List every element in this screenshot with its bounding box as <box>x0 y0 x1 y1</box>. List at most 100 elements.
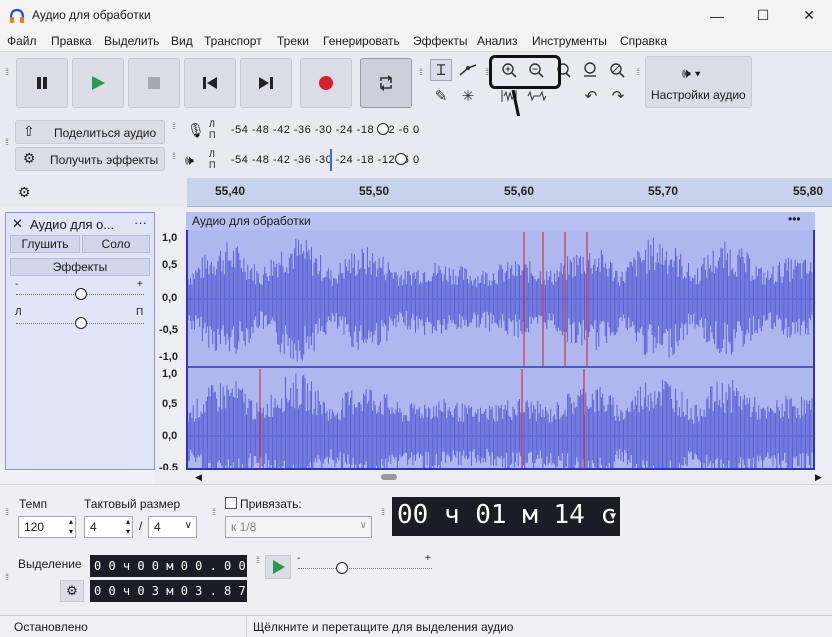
clip-menu-icon[interactable]: ••• <box>788 212 801 226</box>
zoom-toggle-button[interactable] <box>606 59 628 81</box>
scale-label: 0,5 <box>162 398 178 410</box>
redo-button[interactable]: ↷ <box>607 85 629 107</box>
selection-end-value: 0 0 ч 0 3 м 0 3 . 8 7 9 с <box>94 584 247 598</box>
signature-numerator-input[interactable]: 4 ▴ ▾ <box>84 516 133 538</box>
share-grip[interactable]: ⁞⁞ <box>5 138 11 147</box>
pan-left-label: Л <box>15 307 22 318</box>
skip-to-start-button[interactable] <box>184 58 236 108</box>
ruler-label: 55,70 <box>648 184 679 198</box>
close-track-icon[interactable]: ✕ <box>12 216 23 232</box>
play-at-speed-grip[interactable]: ⁞⁞ <box>256 556 262 565</box>
track-menu-icon[interactable]: ··· <box>134 215 147 230</box>
stop-icon <box>148 77 160 89</box>
audio-settings-button[interactable]: 🕪 ▾ Настройки аудио <box>645 56 752 108</box>
gain-slider[interactable] <box>75 288 87 300</box>
skip-to-end-button[interactable] <box>240 58 292 108</box>
fit-project-button[interactable] <box>579 59 601 81</box>
clip-title-bar[interactable]: Аудио для обработки ••• <box>186 212 815 230</box>
solo-button[interactable]: Соло <box>82 235 150 253</box>
get-effects-button[interactable]: ⚙ Получить эффекты <box>15 147 165 171</box>
stop-button[interactable] <box>128 58 180 108</box>
envelope-tool-icon <box>459 64 477 76</box>
gain-min-label: - <box>15 279 19 290</box>
timeline-settings-icon[interactable]: ⚙ <box>18 184 31 201</box>
menu-analyze[interactable]: Анализ <box>477 34 518 48</box>
time-format-chevron-icon[interactable]: ▼ <box>610 511 616 522</box>
pause-button[interactable] <box>16 58 68 108</box>
menu-tracks[interactable]: Треки <box>277 34 309 48</box>
audio-clip[interactable] <box>186 212 815 470</box>
play-meter-grip[interactable]: ⁞⁞ <box>172 152 178 161</box>
tools-grip[interactable]: ⁞⁞ <box>419 68 425 77</box>
clip-title: Аудио для обработки <box>192 214 311 228</box>
snap-checkbox[interactable] <box>225 497 237 509</box>
multi-tool-button[interactable]: ✳ <box>457 85 479 107</box>
menu-transport[interactable]: Транспорт <box>204 34 262 48</box>
menu-select[interactable]: Выделить <box>104 34 159 48</box>
scroll-right-icon[interactable]: ▶ <box>815 472 822 483</box>
maximize-button[interactable]: ☐ <box>740 0 786 31</box>
selection-end-field[interactable]: 0 0 ч 0 3 м 0 3 . 8 7 9 с <box>90 580 247 602</box>
toolbar-grip[interactable]: ⁞⁞ <box>5 68 11 77</box>
time-signature-grip[interactable]: ⁞⁞ <box>5 508 11 517</box>
horizontal-scrollbar[interactable]: ◀ ▶ <box>155 470 832 484</box>
playback-meter[interactable]: Л П -54 -48 -42 -36 -30 -24 -18 -12 -6 0 <box>207 149 450 173</box>
play-speed-slider[interactable] <box>336 562 348 574</box>
selection-grip[interactable]: ⁞⁞ <box>5 573 11 582</box>
waveform-display[interactable] <box>188 214 813 468</box>
selection-tool-button[interactable]: Ɪ <box>430 59 452 81</box>
share-audio-button[interactable]: ⇧ Поделиться аудио <box>15 120 165 144</box>
menu-tools[interactable]: Инструменты <box>532 34 607 48</box>
track-name[interactable]: Аудио для о... <box>30 217 114 232</box>
fit-project-icon <box>584 62 596 77</box>
time-display[interactable]: 00 ч 01 м 14 с ▼ <box>392 497 620 536</box>
record-meter[interactable]: Л П -54 -48 -42 -36 -30 -24 -18 -12 -6 0 <box>207 119 450 143</box>
share-icon: ⇧ <box>23 123 35 139</box>
record-level-slider[interactable] <box>377 123 389 135</box>
draw-tool-button[interactable]: ✎ <box>430 85 452 107</box>
scroll-thumb[interactable] <box>381 474 397 480</box>
time-ruler[interactable]: 55,40 55,50 55,60 55,70 55,80 <box>187 178 832 207</box>
selection-label: Выделение <box>18 557 82 571</box>
numerator-stepper-icon[interactable]: ▴ ▾ <box>126 517 130 537</box>
scroll-left-icon[interactable]: ◀ <box>195 472 202 483</box>
snap-grip[interactable]: ⁞⁞ <box>212 508 218 517</box>
ruler-label: 55,60 <box>504 184 535 198</box>
menu-file[interactable]: Файл <box>7 34 37 48</box>
playback-level-slider[interactable] <box>395 153 407 165</box>
waveform-path <box>188 237 813 362</box>
loop-button[interactable] <box>360 58 412 108</box>
selection-start-field[interactable]: 0 0 ч 0 0 м 0 0 . 0 0 0 с <box>90 555 247 577</box>
play-at-speed-button[interactable] <box>265 555 291 579</box>
audio-settings-label: Настройки аудио <box>651 88 746 102</box>
audio-setup-grip[interactable]: ⁞⁞ <box>636 68 642 77</box>
pan-slider[interactable] <box>75 317 87 329</box>
play-button[interactable] <box>72 58 124 108</box>
tempo-stepper-icon[interactable]: ▴ ▾ <box>69 517 73 537</box>
track-effects-button[interactable]: Эффекты <box>10 258 150 276</box>
menu-generate[interactable]: Генерировать <box>323 34 400 48</box>
record-button[interactable] <box>300 58 352 108</box>
menu-help[interactable]: Справка <box>620 34 667 48</box>
time-signature-label: Тактовый размер <box>84 497 181 511</box>
snap-select[interactable]: к 1/8 ∨ <box>225 516 372 538</box>
record-meter-grip[interactable]: ⁞⁞ <box>172 122 178 131</box>
tempo-value: 120 <box>24 520 45 534</box>
menu-view[interactable]: Вид <box>171 34 193 48</box>
selection-settings-icon[interactable]: ⚙ <box>60 580 84 602</box>
menu-effects[interactable]: Эффекты <box>413 34 468 48</box>
tempo-input[interactable]: 120 ▴ ▾ <box>18 516 76 538</box>
mute-button[interactable]: Глушить <box>10 235 80 253</box>
plugin-icon: ⚙ <box>23 150 36 166</box>
pan-right-label: П <box>136 307 144 318</box>
time-grip[interactable]: ⁞⁞ <box>381 508 387 517</box>
loop-icon <box>380 75 392 91</box>
playback-meter-scale: -54 -48 -42 -36 -30 -24 -18 -12 -6 0 <box>231 154 420 166</box>
signature-denominator-select[interactable]: 4 ∨ <box>148 516 197 538</box>
undo-button[interactable]: ↶ <box>580 85 602 107</box>
menu-edit[interactable]: Правка <box>51 34 92 48</box>
close-button[interactable]: ✕ <box>786 0 832 31</box>
envelope-tool-button[interactable] <box>457 59 479 81</box>
meter-left-label: Л <box>209 149 215 159</box>
minimize-button[interactable]: — <box>694 0 740 31</box>
